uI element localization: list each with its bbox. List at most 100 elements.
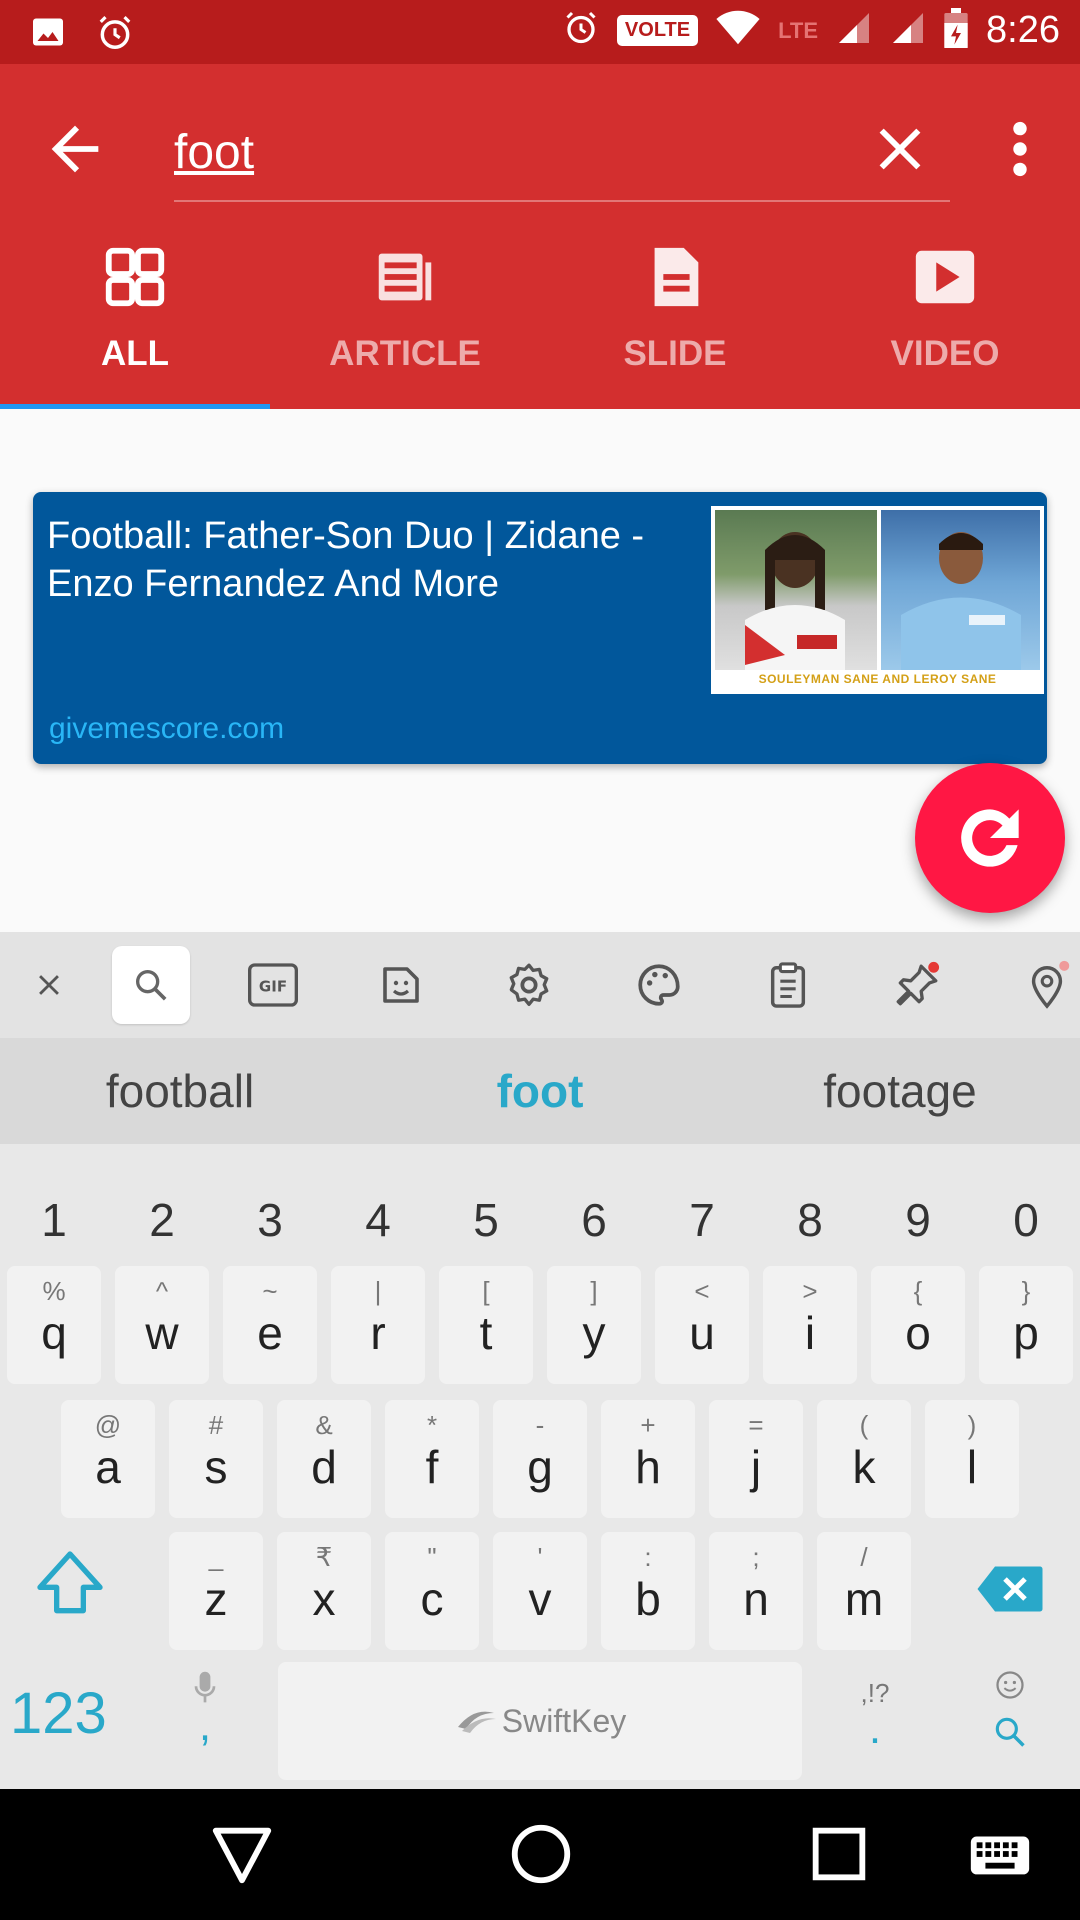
nav-recents-button[interactable] [804,1819,874,1889]
voice-comma-key[interactable]: , [180,1670,230,1780]
sticker-button[interactable] [362,946,440,1024]
nav-back-button[interactable] [207,1819,277,1889]
thumbnail-caption: SOULEYMAN SANE AND LEROY SANE [758,672,997,686]
result-card[interactable]: Football: Father-Son Duo | Zidane - Enzo… [33,492,1047,764]
key-j[interactable]: = j [709,1400,803,1518]
key-n[interactable]: ; n [709,1532,803,1650]
key-label: s [204,1441,228,1493]
key-c[interactable]: " c [385,1532,479,1650]
gif-button[interactable]: GIF [234,946,312,1024]
clipboard-button[interactable] [749,946,827,1024]
location-button[interactable] [1008,946,1080,1024]
tab-video[interactable]: VIDEO [810,234,1080,409]
key-label: j [750,1441,762,1493]
key-number[interactable]: 7 [648,1170,756,1270]
key-number[interactable]: 4 [324,1170,432,1270]
app-toolbar: ALL ARTICLE SLIDE [0,64,1080,409]
key-p[interactable]: } p [979,1266,1073,1384]
key-k[interactable]: (k [817,1400,911,1518]
key-v[interactable]: ' v [493,1532,587,1650]
clock: 8:26 [986,9,1060,51]
key-alt-label: @ [94,1410,122,1440]
key-alt-label: # [208,1410,224,1440]
key-label: n [743,1573,769,1625]
key-t[interactable]: [t [439,1266,533,1384]
arrow-left-icon [51,125,99,173]
key-label: g [527,1441,553,1493]
key-number[interactable]: 0 [972,1170,1080,1270]
tab-video-label: VIDEO [890,334,1000,373]
key-number[interactable]: 3 [216,1170,324,1270]
status-bar: VOLTE LTE 8:26 [0,0,1080,64]
tab-article[interactable]: ARTICLE [270,234,540,409]
key-number[interactable]: 5 [432,1170,540,1270]
key-d[interactable]: & d [277,1400,371,1518]
search-input[interactable] [174,112,814,192]
suggestion-item-selected[interactable]: foot [360,1038,720,1144]
symbols-key[interactable]: 123 [10,1680,130,1770]
key-alt-label: > [802,1276,818,1306]
system-nav-bar [0,1789,1080,1920]
suggestion-item[interactable]: football [0,1038,360,1144]
network-type: LTE [778,17,819,43]
emoji-search-key[interactable] [985,1670,1035,1780]
key-label: i [804,1307,816,1359]
key-number[interactable]: 6 [540,1170,648,1270]
key-y[interactable]: ] y [547,1266,641,1384]
key-alt-label: _ [208,1542,224,1572]
nav-home-button[interactable] [506,1819,576,1889]
key-alt-label: - [535,1410,545,1440]
key-label: z [204,1573,228,1625]
key-x[interactable]: ₹ x [277,1532,371,1650]
key-alt-label: * [426,1410,438,1440]
keyboard-switch-button[interactable] [965,1819,1035,1889]
clear-search-button[interactable] [865,114,935,184]
key-h[interactable]: + h [601,1400,695,1518]
key-s[interactable]: # s [169,1400,263,1518]
keyboard-search-button[interactable] [112,946,190,1024]
key-label: f [425,1441,439,1493]
key-number[interactable]: 9 [864,1170,972,1270]
space-bar[interactable]: SwiftKey [278,1662,802,1780]
key-l[interactable]: ) l [925,1400,1019,1518]
key-m[interactable]: / m [817,1532,911,1650]
key-i[interactable]: > i [763,1266,857,1384]
key-number[interactable]: 8 [756,1170,864,1270]
location-icon [1031,960,1070,1009]
settings-icon [509,963,549,1007]
key-g[interactable]: -g [493,1400,587,1518]
punctuation-key[interactable]: ,!? . [845,1670,905,1780]
result-title: Football: Father-Son Duo | Zidane - Enzo… [47,515,645,605]
key-r[interactable]: | r [331,1266,425,1384]
pin-button[interactable] [878,946,956,1024]
themes-button[interactable] [620,946,698,1024]
key-number[interactable]: 1 [0,1170,108,1270]
key-f[interactable]: * f [385,1400,479,1518]
more-options-button[interactable] [1000,114,1040,184]
key-label: v [528,1573,552,1625]
refresh-button[interactable] [915,763,1065,913]
tab-all[interactable]: ALL [0,234,270,409]
key-o[interactable]: {o [871,1266,965,1384]
key-alt-label: < [694,1276,710,1306]
triangle-back-icon [212,1827,272,1884]
key-label: q [41,1307,67,1359]
key-u[interactable]: < u [655,1266,749,1384]
key-q[interactable]: % q [7,1266,101,1384]
tab-slide[interactable]: SLIDE [540,234,810,409]
key-w[interactable]: ^ w [115,1266,209,1384]
key-a[interactable]: @ a [61,1400,155,1518]
key-b[interactable]: :b [601,1532,695,1650]
key-alt-label: | [374,1276,382,1306]
keyboard-settings-button[interactable] [490,946,568,1024]
key-e[interactable]: ~ e [223,1266,317,1384]
suggestion-item[interactable]: footage [720,1038,1080,1144]
key-z[interactable]: _ z [169,1532,263,1650]
shift-key[interactable] [30,1544,110,1624]
close-toolbar-button[interactable] [10,946,88,1024]
key-label: w [145,1307,179,1359]
back-button[interactable] [40,114,110,184]
backspace-key[interactable] [975,1564,1045,1614]
key-number[interactable]: 2 [108,1170,216,1270]
key-label: p [1013,1307,1039,1359]
